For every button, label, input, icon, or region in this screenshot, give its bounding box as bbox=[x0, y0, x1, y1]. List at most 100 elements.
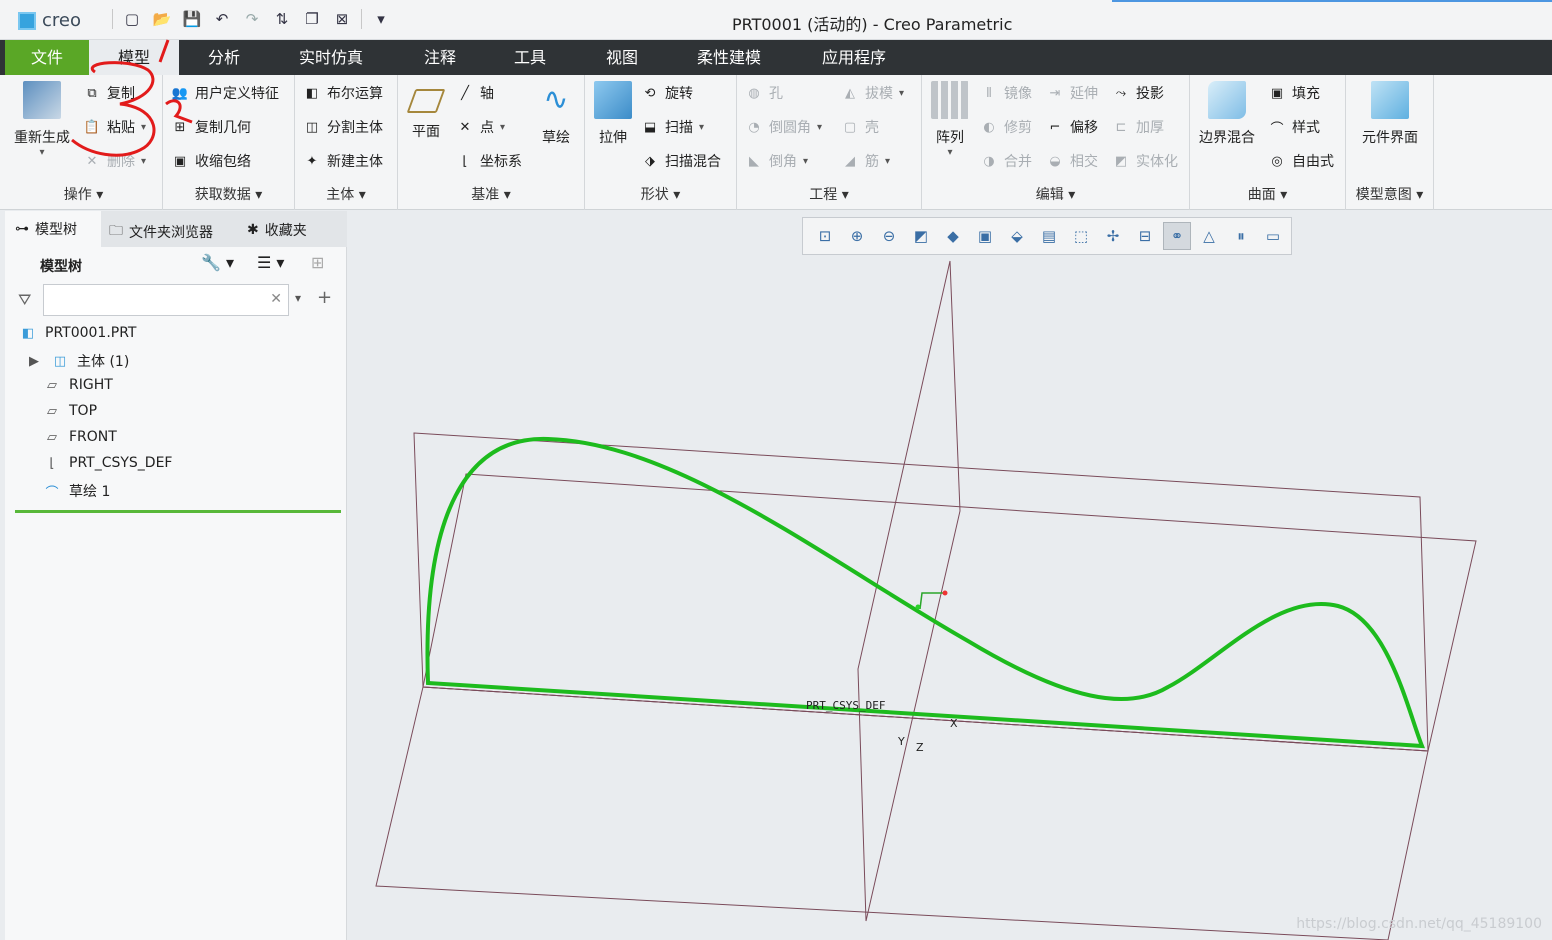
tab-view[interactable]: 视图 bbox=[606, 40, 638, 75]
tree-item-body[interactable]: ▶ ◫ 主体 (1) bbox=[25, 351, 129, 371]
tab-applications[interactable]: 应用程序 bbox=[822, 40, 886, 75]
appearance-icon[interactable]: △ bbox=[1195, 222, 1223, 250]
undo-icon[interactable]: ↶ bbox=[211, 8, 233, 30]
freestyle-button[interactable]: ◎ 自由式 bbox=[1268, 151, 1334, 171]
tree-search-input[interactable]: ✕ bbox=[43, 284, 289, 316]
windows-icon[interactable]: ❐ bbox=[301, 8, 323, 30]
delete-button[interactable]: ✕ 删除 ▾ bbox=[83, 151, 146, 171]
intersect-button[interactable]: ◒ 相交 bbox=[1046, 151, 1098, 171]
filter-icon[interactable]: ⛛ bbox=[18, 290, 31, 310]
group-label-shapes[interactable]: 形状 ▾ bbox=[585, 184, 736, 204]
extrude-button[interactable]: 拉伸 bbox=[591, 81, 635, 147]
group-label-operations[interactable]: 操作 ▾ bbox=[5, 184, 162, 204]
regenerate-button[interactable]: 重新生成 ▾ bbox=[11, 81, 73, 158]
tab-favorites[interactable]: ✱ 收藏夹 bbox=[247, 220, 307, 240]
group-label-model-intent[interactable]: 模型意图 ▾ bbox=[1346, 184, 1433, 204]
refit-icon[interactable]: ⊡ bbox=[811, 222, 839, 250]
tab-folder-browser[interactable]: 🗀 文件夹浏览器 bbox=[109, 220, 213, 244]
saved-orientations-icon[interactable]: ▣ bbox=[971, 222, 999, 250]
add-icon[interactable]: + bbox=[317, 287, 332, 308]
csys-button[interactable]: ⌊ 坐标系 bbox=[456, 151, 522, 171]
group-label-datum[interactable]: 基准 ▾ bbox=[398, 184, 584, 204]
pause-icon[interactable]: ⏸ bbox=[1227, 222, 1255, 250]
tree-item-right[interactable]: ▱ RIGHT bbox=[43, 377, 113, 393]
hidden-line-icon[interactable]: ▭ bbox=[1259, 222, 1287, 250]
tree-filter-view-icon[interactable]: ⊞ bbox=[311, 253, 324, 272]
graphics-viewport[interactable]: PRT_CSYS_DEF X Y Z ⊡ ⊕ ⊖ ◩ ◆ ▣ ⬙ ▤ ⬚ ✢ ⊟… bbox=[348, 211, 1552, 940]
tab-file[interactable]: 文件 bbox=[5, 40, 89, 75]
clear-icon[interactable]: ✕ bbox=[270, 291, 282, 307]
zoom-in-icon[interactable]: ⊕ bbox=[843, 222, 871, 250]
boolean-button[interactable]: ◧ 布尔运算 bbox=[303, 83, 383, 103]
component-interface-button[interactable]: 元件界面 bbox=[1350, 81, 1430, 147]
udf-button[interactable]: 👥 用户定义特征 bbox=[171, 83, 279, 103]
annotation-display-icon[interactable]: ⊟ bbox=[1131, 222, 1159, 250]
hole-button[interactable]: ◍ 孔 bbox=[745, 83, 783, 103]
save-icon[interactable]: 💾 bbox=[181, 8, 203, 30]
tab-simulation[interactable]: 实时仿真 bbox=[299, 40, 363, 75]
group-label-engineering[interactable]: 工程 ▾ bbox=[737, 184, 921, 204]
axis-button[interactable]: ╱ 轴 bbox=[456, 83, 494, 103]
point-button[interactable]: ✕ 点 ▾ bbox=[456, 117, 505, 137]
fill-button[interactable]: ▣ 填充 bbox=[1268, 83, 1320, 103]
spin-center-icon[interactable]: ⚭ bbox=[1163, 222, 1191, 250]
customize-icon[interactable]: ▾ bbox=[370, 8, 392, 30]
thicken-button[interactable]: ⊏ 加厚 bbox=[1112, 117, 1164, 137]
tree-item-front[interactable]: ▱ FRONT bbox=[43, 429, 117, 445]
tab-flexible-modeling[interactable]: 柔性建模 bbox=[697, 40, 761, 75]
datum-display-icon[interactable]: ✢ bbox=[1099, 222, 1127, 250]
split-body-button[interactable]: ◫ 分割主体 bbox=[303, 117, 383, 137]
offset-button[interactable]: ⌐ 偏移 bbox=[1046, 117, 1098, 137]
merge-button[interactable]: ◑ 合并 bbox=[980, 151, 1032, 171]
new-body-button[interactable]: ✦ 新建主体 bbox=[303, 151, 383, 171]
plane-button[interactable]: 平面 bbox=[404, 81, 448, 141]
tree-item-sketch[interactable]: ⌒ 草绘 1 bbox=[43, 481, 110, 501]
paste-button[interactable]: 📋 粘贴 ▾ bbox=[83, 117, 146, 137]
section-icon[interactable]: ⬚ bbox=[1067, 222, 1095, 250]
group-label-surfaces[interactable]: 曲面 ▾ bbox=[1190, 184, 1345, 204]
sketch-button[interactable]: ∿ 草绘 bbox=[534, 81, 578, 147]
mirror-button[interactable]: ⫴ 镜像 bbox=[980, 83, 1032, 103]
round-button[interactable]: ◔ 倒圆角 ▾ bbox=[745, 117, 822, 137]
chamfer-button[interactable]: ◣ 倒角 ▾ bbox=[745, 151, 808, 171]
redo-icon[interactable]: ↷ bbox=[241, 8, 263, 30]
view-manager-icon[interactable]: ⬙ bbox=[1003, 222, 1031, 250]
open-icon[interactable]: 📂 bbox=[151, 8, 173, 30]
boundary-blend-button[interactable]: 边界混合 bbox=[1194, 81, 1260, 147]
pattern-button[interactable]: 阵列 ▾ bbox=[928, 81, 972, 158]
new-icon[interactable]: ▢ bbox=[121, 8, 143, 30]
tab-annotate[interactable]: 注释 bbox=[424, 40, 456, 75]
perspective-icon[interactable]: ▤ bbox=[1035, 222, 1063, 250]
regenerate-icon[interactable]: ⇅ bbox=[271, 8, 293, 30]
tab-model-tree[interactable]: ⊶ 模型树 bbox=[5, 211, 101, 247]
group-label-get-data[interactable]: 获取数据 ▾ bbox=[163, 184, 294, 204]
tree-columns-icon[interactable]: ☰ ▾ bbox=[257, 253, 284, 272]
tab-analysis[interactable]: 分析 bbox=[208, 40, 240, 75]
expand-icon[interactable]: ▶ bbox=[25, 353, 43, 369]
revolve-button[interactable]: ⟲ 旋转 bbox=[641, 83, 693, 103]
display-style-icon[interactable]: ◆ bbox=[939, 222, 967, 250]
zoom-out-icon[interactable]: ⊖ bbox=[875, 222, 903, 250]
extend-button[interactable]: ⇥ 延伸 bbox=[1046, 83, 1098, 103]
rib-button[interactable]: ◢ 筋 ▾ bbox=[841, 151, 890, 171]
tab-model[interactable]: 模型 bbox=[89, 40, 179, 75]
group-label-editing[interactable]: 编辑 ▾ bbox=[922, 184, 1189, 204]
style-button[interactable]: ⌒ 样式 bbox=[1268, 117, 1320, 137]
tree-item-top[interactable]: ▱ TOP bbox=[43, 403, 97, 419]
shrinkwrap-button[interactable]: ▣ 收缩包络 bbox=[171, 151, 251, 171]
close-icon[interactable]: ⊠ bbox=[331, 8, 353, 30]
tree-settings-icon[interactable]: 🔧 ▾ bbox=[201, 253, 234, 272]
solidify-button[interactable]: ◩ 实体化 bbox=[1112, 151, 1178, 171]
trim-button[interactable]: ◐ 修剪 bbox=[980, 117, 1032, 137]
project-button[interactable]: ⤳ 投影 bbox=[1112, 83, 1164, 103]
sweep-button[interactable]: ⬓ 扫描 ▾ bbox=[641, 117, 704, 137]
group-label-body[interactable]: 主体 ▾ bbox=[295, 184, 397, 204]
repaint-icon[interactable]: ◩ bbox=[907, 222, 935, 250]
copy-geometry-button[interactable]: ⊞ 复制几何 bbox=[171, 117, 251, 137]
tab-tools[interactable]: 工具 bbox=[514, 40, 546, 75]
swept-blend-button[interactable]: ⬗ 扫描混合 bbox=[641, 151, 721, 171]
copy-button[interactable]: ⧉ 复制 bbox=[83, 83, 135, 103]
search-options-icon[interactable]: ▾ bbox=[295, 291, 301, 305]
tree-item-csys[interactable]: ⌊ PRT_CSYS_DEF bbox=[43, 455, 172, 471]
tree-item-part[interactable]: ◧ PRT0001.PRT bbox=[19, 325, 137, 341]
